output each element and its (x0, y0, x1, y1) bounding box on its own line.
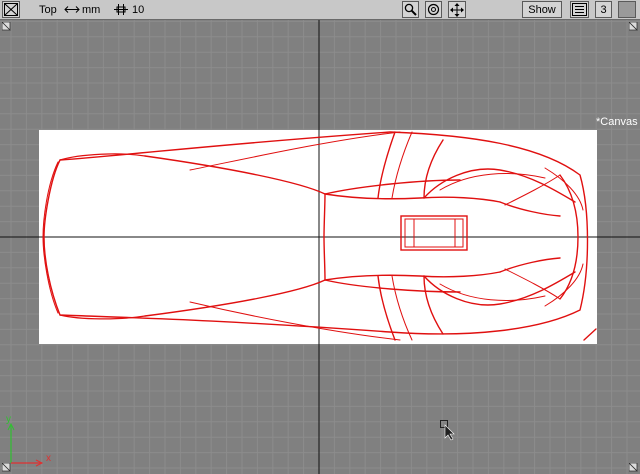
layout-button[interactable] (570, 1, 589, 18)
modeling-grid[interactable]: y x (0, 20, 640, 474)
canvas-label: *Canvas (596, 116, 638, 128)
viewport-toolbar: Top mm 10 Show 3 (0, 0, 640, 20)
pan-button[interactable] (448, 1, 466, 18)
viewport[interactable]: Top mm 10 Show 3 y x *Canvas (0, 0, 640, 474)
y-axis-label: y (6, 414, 11, 425)
tumble-button[interactable] (425, 1, 442, 18)
corner-resize-icon[interactable] (2, 463, 11, 472)
grid-snap-icon (114, 4, 128, 15)
show-button[interactable]: Show (522, 1, 562, 18)
maximize-button[interactable] (2, 1, 20, 18)
viewport-menu-button[interactable] (618, 1, 636, 18)
corner-resize-icon[interactable] (2, 22, 11, 31)
view-name[interactable]: Top (39, 4, 57, 16)
corner-resize-icon[interactable] (629, 22, 638, 31)
corner-resize-icon[interactable] (629, 463, 638, 472)
maximize-icon (4, 3, 18, 16)
layout-icon (572, 3, 587, 16)
zoom-button[interactable] (402, 1, 419, 18)
grid-value[interactable]: 10 (132, 4, 144, 16)
pan-icon (450, 2, 464, 17)
layer-number-button[interactable]: 3 (595, 1, 612, 18)
unit-label[interactable]: mm (82, 4, 100, 16)
horizontal-arrows-icon (64, 6, 80, 13)
zoom-icon (404, 3, 417, 16)
tumble-icon (427, 3, 440, 16)
x-axis-label: x (46, 453, 51, 464)
